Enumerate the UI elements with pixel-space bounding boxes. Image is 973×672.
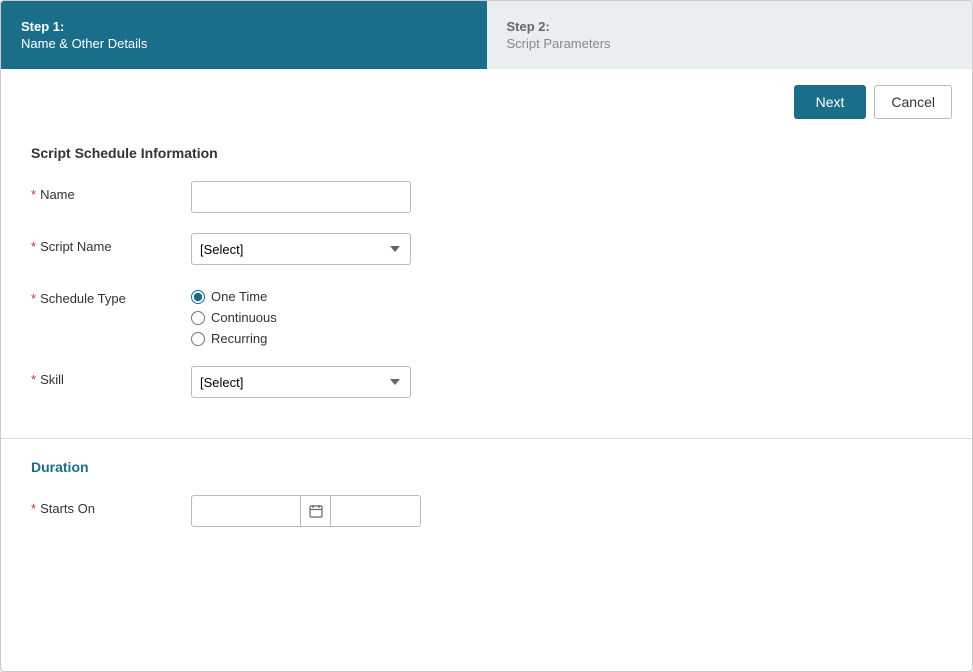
schedule-continuous-radio[interactable]	[191, 311, 205, 325]
next-button[interactable]: Next	[794, 85, 867, 119]
name-required-star: *	[31, 187, 36, 202]
schedule-one-time-label: One Time	[211, 289, 267, 304]
name-row: * Name	[31, 181, 942, 213]
starts-on-label: * Starts On	[31, 495, 191, 516]
starts-on-row: * Starts On 11:52 AM	[31, 495, 942, 527]
step2-name: Script Parameters	[507, 36, 953, 51]
schedule-recurring-radio[interactable]	[191, 332, 205, 346]
script-name-row: * Script Name [Select]	[31, 233, 942, 265]
schedule-type-required-star: *	[31, 291, 36, 306]
schedule-type-label: * Schedule Type	[31, 285, 191, 306]
name-label: * Name	[31, 181, 191, 202]
skill-label: * Skill	[31, 366, 191, 387]
toolbar: Next Cancel	[1, 69, 972, 135]
starts-on-label-text: Starts On	[40, 501, 95, 516]
starts-on-time-input[interactable]: 11:52 AM	[331, 495, 421, 527]
step1-label: Step 1:	[21, 19, 467, 34]
calendar-button[interactable]	[301, 495, 331, 527]
schedule-recurring-option[interactable]: Recurring	[191, 331, 277, 346]
duration-title: Duration	[31, 459, 942, 475]
script-name-label-text: Script Name	[40, 239, 112, 254]
skill-required-star: *	[31, 372, 36, 387]
step1-tab[interactable]: Step 1: Name & Other Details	[1, 1, 487, 69]
main-content: Next Cancel Script Schedule Information …	[1, 69, 972, 671]
starts-on-time-field: 11:52 AM	[191, 495, 421, 527]
skill-label-text: Skill	[40, 372, 64, 387]
schedule-type-label-text: Schedule Type	[40, 291, 126, 306]
calendar-icon	[309, 504, 323, 518]
schedule-continuous-option[interactable]: Continuous	[191, 310, 277, 325]
script-name-required-star: *	[31, 239, 36, 254]
schedule-type-row: * Schedule Type One Time Continuous Recu…	[31, 285, 942, 346]
section-title: Script Schedule Information	[31, 145, 942, 161]
starts-on-required-star: *	[31, 501, 36, 516]
name-label-text: Name	[40, 187, 75, 202]
duration-section: Duration * Starts On	[1, 439, 972, 567]
form-section: Script Schedule Information * Name * Scr…	[1, 135, 972, 439]
main-window: Step 1: Name & Other Details Step 2: Scr…	[0, 0, 973, 672]
schedule-recurring-label: Recurring	[211, 331, 267, 346]
step2-tab[interactable]: Step 2: Script Parameters	[487, 1, 973, 69]
schedule-one-time-radio[interactable]	[191, 290, 205, 304]
schedule-continuous-label: Continuous	[211, 310, 277, 325]
skill-select-wrapper: [Select]	[191, 366, 411, 398]
step2-label: Step 2:	[507, 19, 953, 34]
script-name-label: * Script Name	[31, 233, 191, 254]
schedule-one-time-option[interactable]: One Time	[191, 289, 277, 304]
cancel-button[interactable]: Cancel	[874, 85, 952, 119]
skill-select[interactable]: [Select]	[191, 366, 411, 398]
step1-name: Name & Other Details	[21, 36, 467, 51]
script-name-select[interactable]: [Select]	[191, 233, 411, 265]
step-header: Step 1: Name & Other Details Step 2: Scr…	[1, 1, 972, 69]
script-name-select-wrapper: [Select]	[191, 233, 411, 265]
schedule-type-radio-group: One Time Continuous Recurring	[191, 285, 277, 346]
skill-row: * Skill [Select]	[31, 366, 942, 398]
name-input[interactable]	[191, 181, 411, 213]
starts-on-date-input[interactable]	[191, 495, 301, 527]
